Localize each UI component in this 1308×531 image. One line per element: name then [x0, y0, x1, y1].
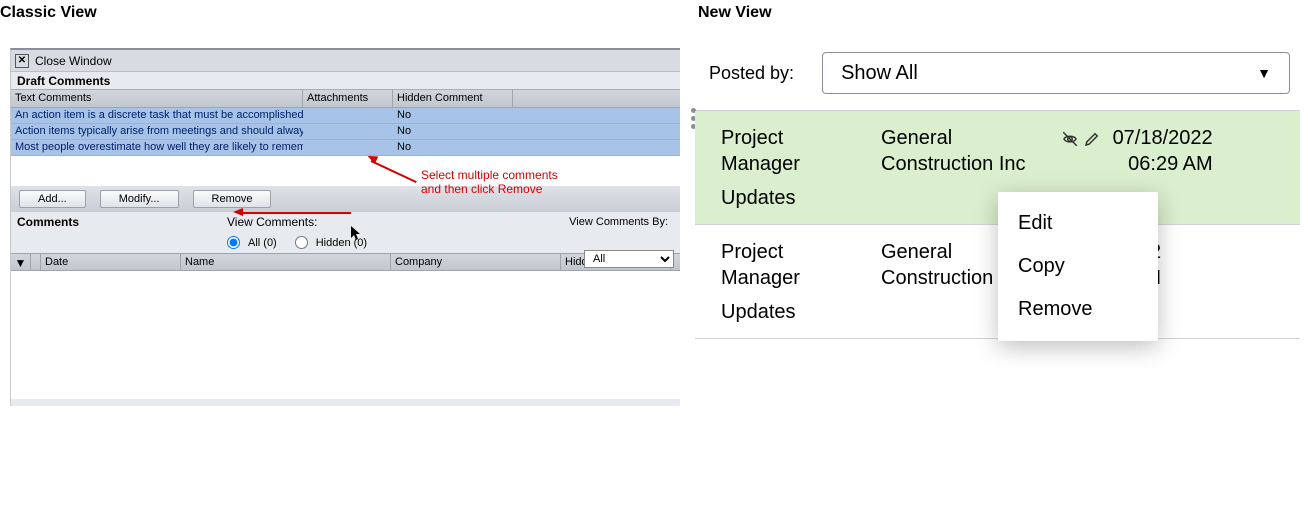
- comments-label: Comments: [17, 215, 217, 229]
- button-bar: Add... Modify... Remove: [11, 186, 680, 212]
- menu-copy[interactable]: Copy: [998, 245, 1158, 288]
- filter-all-radio[interactable]: [227, 236, 240, 249]
- comments-bar: Comments View Comments: View Comments By…: [11, 212, 680, 232]
- table-row[interactable]: An action item is a discrete task that m…: [11, 108, 680, 124]
- draft-table-header: Text Comments Attachments Hidden Comment: [11, 90, 680, 108]
- arrow-head-icon: [233, 208, 243, 216]
- col-company[interactable]: Company: [391, 254, 561, 270]
- posted-by-label: Posted by:: [709, 63, 794, 84]
- classic-view-heading: Classic View: [0, 4, 97, 22]
- modify-button[interactable]: Modify...: [100, 190, 179, 208]
- col-text-comments[interactable]: Text Comments: [11, 90, 303, 107]
- dropdown-value: Show All: [841, 62, 918, 85]
- view-by-select[interactable]: All: [584, 250, 674, 268]
- menu-remove[interactable]: Remove: [998, 288, 1158, 331]
- col-hidden-comment[interactable]: Hidden Comment: [393, 90, 513, 107]
- col-date[interactable]: Date: [41, 254, 181, 270]
- add-button[interactable]: Add...: [19, 190, 86, 208]
- role-label: Project Manager: [721, 125, 881, 177]
- filter-hidden-radio[interactable]: [295, 236, 308, 249]
- eye-off-icon: [1061, 130, 1079, 148]
- table-row[interactable]: Action items typically arise from meetin…: [11, 124, 680, 140]
- posted-by-dropdown[interactable]: Show All ▼: [822, 52, 1290, 94]
- table-row[interactable]: Most people overestimate how well they a…: [11, 140, 680, 156]
- comments-table-body: [11, 271, 680, 399]
- timestamp: 07/18/2022 06:29 AM: [1061, 125, 1213, 177]
- annotation-text: Select multiple comments and then click …: [421, 168, 558, 196]
- sort-indicator-icon[interactable]: ▼: [11, 254, 31, 270]
- draft-rows: An action item is a discrete task that m…: [11, 108, 680, 186]
- view-comments-by-label: View Comments By:: [569, 216, 668, 228]
- role-label: Project Manager: [721, 239, 881, 291]
- company-label: General Construction Inc: [881, 125, 1061, 177]
- menu-edit[interactable]: Edit: [998, 202, 1158, 245]
- cursor-icon: [351, 226, 363, 245]
- col-name[interactable]: Name: [181, 254, 391, 270]
- close-window-label: Close Window: [35, 54, 112, 68]
- filter-all-label: All (0): [248, 237, 277, 249]
- new-view-heading: New View: [698, 4, 772, 22]
- view-comments-label: View Comments:: [227, 215, 317, 229]
- empty-area: [11, 156, 680, 186]
- comments-table-header: ▼ Date Name Company Hidden Comment: [11, 253, 680, 271]
- classic-pane: ✕ Close Window Draft Comments Text Comme…: [10, 48, 680, 406]
- chevron-down-icon: ▼: [1257, 65, 1271, 81]
- col-attachments[interactable]: Attachments: [303, 90, 393, 107]
- pencil-icon: [1083, 130, 1101, 148]
- close-icon: ✕: [15, 54, 29, 68]
- posted-by-row: Posted by: Show All ▼: [695, 38, 1300, 110]
- remove-button[interactable]: Remove: [193, 190, 272, 208]
- close-window-bar[interactable]: ✕ Close Window: [11, 50, 680, 72]
- annotation-arrow: [241, 212, 351, 214]
- draft-comments-label: Draft Comments: [11, 72, 680, 90]
- context-menu: Edit Copy Remove: [998, 192, 1158, 341]
- filter-radios: All (0) Hidden (0): [11, 232, 680, 253]
